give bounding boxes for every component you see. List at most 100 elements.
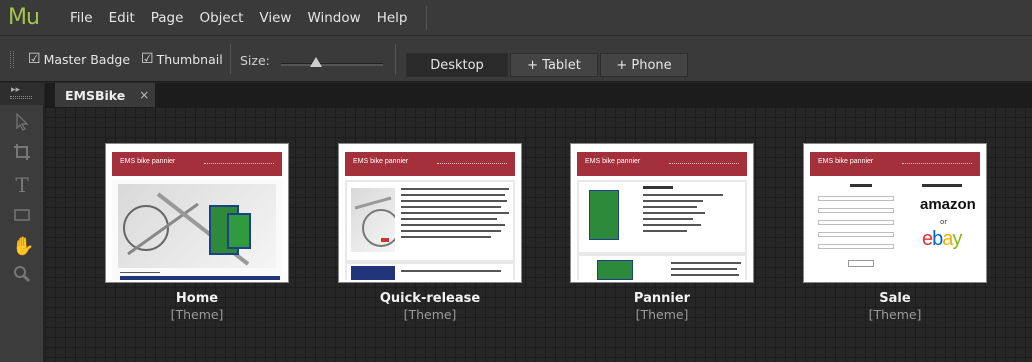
thumbnail-label: Thumbnail [156, 51, 223, 67]
text-placeholder [401, 194, 505, 196]
page-thumbnail-quick-release[interactable]: EMS bike pannier Quick-release [Theme] [338, 143, 522, 322]
menu-file[interactable]: File [62, 0, 101, 36]
page-master: [Theme] [403, 307, 457, 322]
page-name[interactable]: Home [105, 291, 289, 306]
menu-help[interactable]: Help [369, 0, 416, 36]
text-placeholder [671, 262, 741, 264]
thumbnail-body [112, 180, 282, 280]
site-header: EMS bike pannier [577, 152, 747, 176]
text-placeholder [671, 274, 739, 276]
text-placeholder [401, 212, 509, 214]
page-name[interactable]: Quick-release [338, 291, 522, 306]
text-placeholder [643, 224, 701, 226]
muse-logo: Mu [8, 5, 40, 30]
text-placeholder [401, 200, 507, 202]
expand-icon[interactable]: ▸▸ [11, 85, 20, 95]
form-field [818, 232, 894, 237]
page-thumbnail-sale[interactable]: EMS bike pannier amazon or ebay Sale [Th… [803, 143, 987, 322]
master-badge-label: Master Badge [43, 51, 131, 67]
tab-emsbike[interactable]: EMSBike × [55, 83, 155, 107]
site-title: EMS bike pannier [818, 158, 874, 165]
form-field [818, 196, 894, 201]
page-thumbnail-pannier[interactable]: EMS bike pannier Pannier [Theme] [570, 143, 754, 322]
thumbnail-body [345, 180, 515, 280]
toolbar-divider [395, 44, 396, 74]
site-title: EMS bike pannier [585, 158, 641, 165]
menu-window[interactable]: Window [299, 0, 368, 36]
heading-placeholder [850, 184, 872, 187]
thumbnail-body: amazon or ebay [810, 180, 980, 280]
thumbnail-image[interactable]: EMS bike pannier [105, 143, 289, 283]
text-placeholder [120, 272, 160, 273]
text-placeholder [643, 206, 697, 208]
close-icon[interactable]: × [139, 88, 149, 102]
size-slider-track[interactable] [281, 63, 383, 66]
checkmark-icon: ☑ [28, 51, 41, 67]
text-placeholder [401, 206, 501, 208]
site-nav [204, 163, 274, 166]
site-header: EMS bike pannier [112, 152, 282, 176]
image-strip [120, 276, 280, 280]
menu-view[interactable]: View [251, 0, 299, 36]
page-name[interactable]: Sale [803, 291, 987, 306]
thumbnail-image[interactable]: EMS bike pannier [570, 143, 754, 283]
text-placeholder [643, 218, 693, 220]
page-thumbnail-home[interactable]: EMS bike pannier Home [Theme] [105, 143, 289, 322]
document-tab-bar: EMSBike × [45, 83, 1032, 107]
tools-panel: ▸▸ T ✋ [0, 83, 44, 362]
form-field [818, 208, 894, 213]
page-master: [Theme] [635, 307, 689, 322]
view-desktop-button[interactable]: Desktop [406, 53, 508, 77]
ebay-logo: ebay [922, 228, 962, 250]
bike-image [118, 184, 276, 268]
site-nav [437, 163, 507, 166]
menu-divider [426, 6, 427, 30]
site-header: EMS bike pannier [810, 152, 980, 176]
text-placeholder [643, 212, 705, 214]
site-nav [669, 163, 739, 166]
text-placeholder [643, 194, 723, 196]
tools-panel-header[interactable]: ▸▸ [0, 83, 44, 105]
text-placeholder [401, 188, 509, 190]
size-label: Size: [240, 53, 270, 68]
or-text: or [940, 218, 948, 226]
thumbnail-image[interactable]: EMS bike pannier amazon or ebay [803, 143, 987, 283]
hand-tool-icon[interactable]: ✋ [12, 237, 34, 257]
crop-tool-icon[interactable] [12, 143, 32, 163]
bike-illustration [123, 192, 251, 266]
amazon-logo: amazon [920, 196, 976, 213]
form-field [818, 220, 894, 225]
master-badge-checkbox[interactable]: ☑ Master Badge [28, 50, 130, 68]
view-phone-button[interactable]: + Phone [600, 53, 688, 77]
page-master: [Theme] [170, 307, 224, 322]
view-tablet-button[interactable]: + Tablet [510, 53, 598, 77]
zoom-tool-icon[interactable] [12, 265, 32, 285]
heading-placeholder [643, 186, 673, 189]
page-name[interactable]: Pannier [570, 291, 754, 306]
text-placeholder [401, 224, 505, 226]
menu-object[interactable]: Object [191, 0, 251, 36]
site-title: EMS bike pannier [120, 158, 176, 165]
heading-placeholder [922, 184, 962, 187]
toolbar-divider [230, 44, 231, 74]
menu-edit[interactable]: Edit [101, 0, 143, 36]
site-title: EMS bike pannier [353, 158, 409, 165]
thumbnail-image[interactable]: EMS bike pannier [338, 143, 522, 283]
text-tool-icon[interactable]: T [12, 175, 32, 195]
toolbar-grip[interactable] [10, 51, 14, 68]
menu-page[interactable]: Page [143, 0, 192, 36]
rectangle-tool-icon[interactable] [12, 207, 32, 227]
text-placeholder [401, 236, 491, 238]
text-placeholder [671, 268, 737, 270]
plan-toolbar: ☑ Master Badge ☑ Thumbnail Size: Desktop… [0, 36, 1032, 82]
size-slider-thumb[interactable] [310, 57, 322, 67]
selection-tool-icon[interactable] [12, 112, 32, 133]
rack-image [351, 188, 400, 252]
text-placeholder [401, 218, 497, 220]
site-nav [902, 163, 972, 166]
tab-title: EMSBike [65, 87, 126, 103]
site-header: EMS bike pannier [345, 152, 515, 176]
thumbnail-body [577, 180, 747, 280]
thumbnail-checkbox[interactable]: ☑ Thumbnail [141, 50, 223, 68]
form-field [818, 244, 894, 249]
